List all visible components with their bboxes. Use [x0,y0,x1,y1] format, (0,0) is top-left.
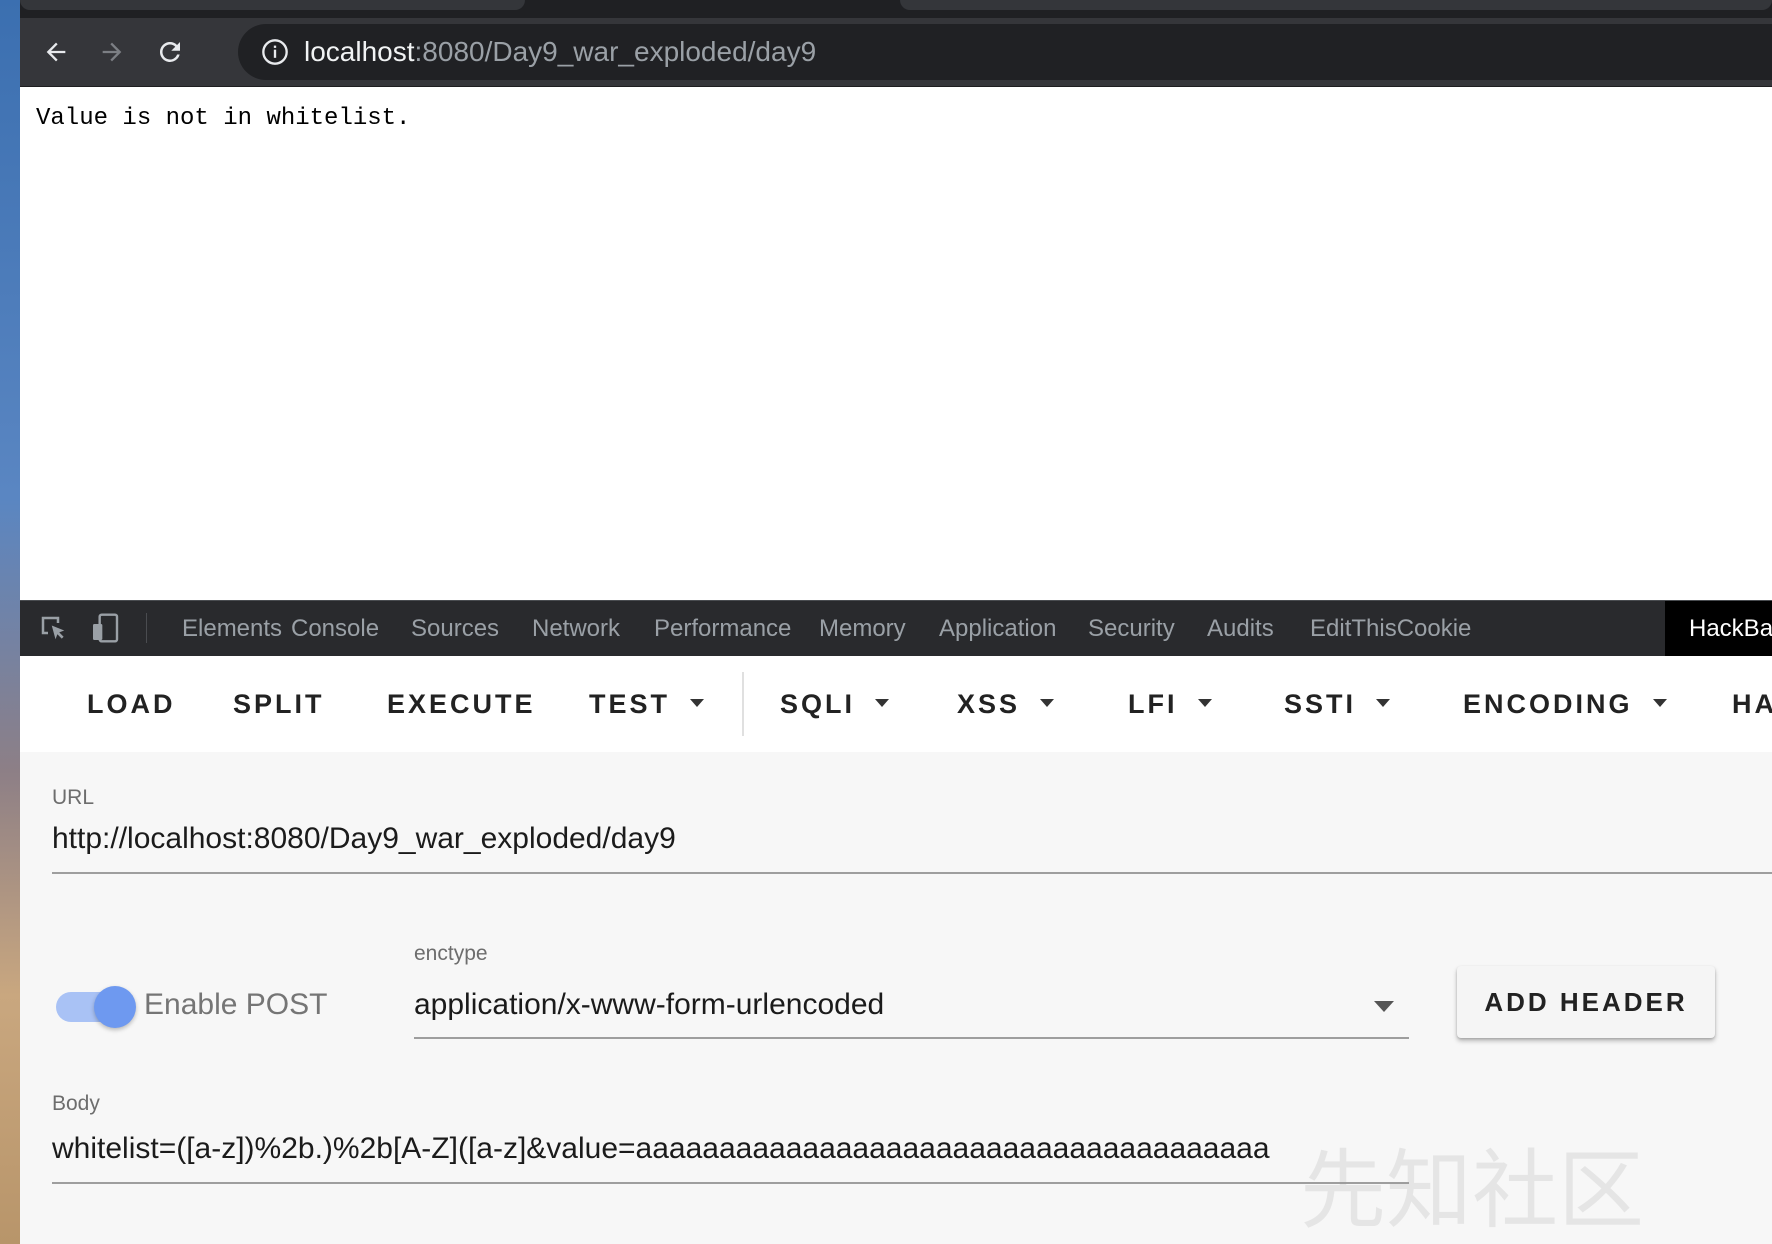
url-field-label: URL [52,786,95,809]
load-label: LOAD [87,689,176,719]
tab-hackbar[interactable]: HackBa [1665,601,1772,656]
execute-button[interactable]: EXECUTE [387,656,536,752]
ssti-label: SSTI [1284,689,1357,719]
hashing-menu-button[interactable]: HA [1732,656,1772,752]
enctype-label: enctype [414,942,488,965]
url-field[interactable]: http://localhost:8080/Day9_war_exploded/… [52,822,676,856]
arrow-left-icon [46,42,66,62]
info-icon[interactable] [258,35,292,69]
caret-down-icon [875,698,890,707]
load-button[interactable]: LOAD [87,656,176,752]
page-viewport: Value is not in whitelist. [20,87,1772,600]
enctype-select[interactable]: application/x-www-form-urlencoded [414,988,884,1022]
browser-tab[interactable] [900,0,1772,10]
url-field-underline [52,872,1772,874]
watermark-logo: 先知社区 [1300,1141,1644,1241]
url-path: :8080/Day9_war_exploded/day9 [414,36,817,67]
enable-post-label: Enable POST [144,988,328,1021]
back-button[interactable] [34,30,78,74]
arrow-right-icon [102,42,122,62]
toolbar-divider [146,613,147,643]
ssti-menu-button[interactable]: SSTI [1284,656,1391,752]
caret-down-icon [1376,698,1391,707]
dropdown-arrow-icon[interactable] [1374,1001,1394,1012]
address-bar[interactable]: localhost:8080/Day9_war_exploded/day9 [238,24,1772,80]
split-button[interactable]: SPLIT [233,656,325,752]
hashing-label: HA [1732,689,1772,719]
tab-console[interactable]: Console [289,601,381,656]
tab-network[interactable]: Network [530,601,622,656]
body-field[interactable]: whitelist=([a-z])%2b.)%2b[A-Z]([a-z]&val… [52,1132,1270,1166]
tab-memory[interactable]: Memory [817,601,908,656]
inspect-element-icon[interactable] [36,611,70,645]
encoding-menu-button[interactable]: ENCODING [1463,656,1667,752]
hackbar-toolbar: LOAD SPLIT EXECUTE TEST SQLI XSS LFI SST… [20,656,1772,752]
tab-application[interactable]: Application [937,601,1058,656]
xss-label: XSS [957,689,1021,719]
encoding-label: ENCODING [1463,689,1633,719]
tab-performance[interactable]: Performance [652,601,793,656]
tab-elements[interactable]: Elements [180,601,284,656]
body-field-label: Body [52,1092,100,1115]
tab-audits[interactable]: Audits [1205,601,1276,656]
browser-window: localhost:8080/Day9_war_exploded/day9 Va… [20,0,1772,1244]
tab-security[interactable]: Security [1086,601,1177,656]
reload-button[interactable] [148,30,192,74]
reload-icon [159,41,180,62]
tab-sources[interactable]: Sources [409,601,501,656]
tab-editthiscookie[interactable]: EditThisCookie [1308,601,1473,656]
devtools-tabbar: Elements Console Sources Network Perform… [20,600,1772,656]
lfi-menu-button[interactable]: LFI [1128,656,1212,752]
address-text: localhost:8080/Day9_war_exploded/day9 [304,36,816,68]
caret-down-icon [1040,698,1055,707]
sqli-menu-button[interactable]: SQLI [780,656,890,752]
browser-toolbar: localhost:8080/Day9_war_exploded/day9 [20,18,1772,87]
test-menu-button[interactable]: TEST [589,656,705,752]
caret-down-icon [1197,698,1212,707]
device-toggle-icon[interactable] [88,611,122,645]
enctype-underline [414,1037,1409,1039]
browser-tab[interactable] [20,0,525,10]
test-label: TEST [589,689,671,719]
tab-strip [20,0,1772,18]
body-field-underline [52,1182,1409,1184]
forward-button[interactable] [90,30,134,74]
execute-label: EXECUTE [387,689,536,719]
xss-menu-button[interactable]: XSS [957,656,1055,752]
lfi-label: LFI [1128,689,1178,719]
url-host: localhost [304,36,415,67]
caret-down-icon [690,698,705,707]
toolbar-divider [742,672,744,736]
add-header-button[interactable]: ADD HEADER [1457,966,1715,1038]
caret-down-icon [1652,698,1667,707]
page-message: Value is not in whitelist. [36,105,411,132]
desktop-background [0,0,20,1244]
split-label: SPLIT [233,689,325,719]
toggle-thumb[interactable] [94,986,136,1028]
sqli-label: SQLI [780,689,856,719]
